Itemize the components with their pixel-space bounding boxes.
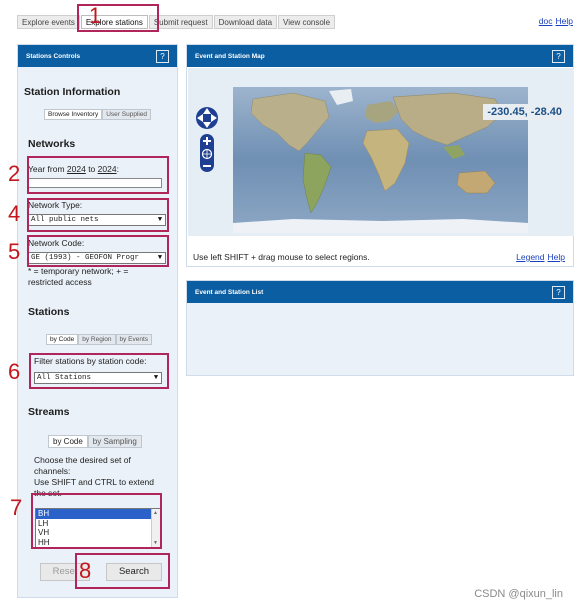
stations-controls-header: Stations Controls ? [18,45,177,67]
map-navigation-control[interactable] [196,105,218,175]
streams-by-sampling-toggle[interactable]: by Sampling [87,435,142,448]
map-footer-links: Legend Help [513,252,565,262]
annotation-box-4 [27,198,169,232]
stations-filter-toggle: by Code by Region by Events [46,334,153,345]
annotation-box-5 [27,235,169,267]
tab-explore-events[interactable]: Explore events [17,15,80,29]
pan-control-icon[interactable] [196,107,218,129]
help-link[interactable]: Help [556,16,573,26]
list-panel-header: Event and Station List ? [187,281,573,303]
streams-instructions-line1: Choose the desired set of channels: [34,455,131,476]
map-panel-title: Event and Station Map [195,52,265,60]
annotation-number-1: 1 [89,3,102,28]
map-panel-header: Event and Station Map ? [187,45,573,67]
tab-download-data[interactable]: Download data [213,15,278,29]
annotation-box-2 [27,156,169,194]
stations-controls-title: Stations Controls [26,52,81,60]
stations-by-code-toggle[interactable]: by Code [46,334,79,345]
annotation-box-7 [31,493,162,549]
zoom-control-icon[interactable] [200,134,214,172]
map-instructions: Use left SHIFT + drag mouse to select re… [193,252,370,262]
streams-by-code-toggle[interactable]: by Code [48,435,88,448]
event-station-map-panel: Event and Station Map ? -230.45, -28.40 … [186,44,574,267]
streams-filter-toggle: by Code by Sampling [48,435,142,448]
annotation-number-2: 2 [8,161,21,186]
map-coordinates-readout: -230.45, -28.40 [483,104,566,120]
streams-title: Streams [28,406,70,418]
map-help-link[interactable]: Help [548,252,565,262]
map-viewport[interactable]: -230.45, -28.40 [188,68,574,236]
top-tabbar: Explore events Explore stations Submit r… [17,15,336,29]
annotation-number-7: 7 [10,495,23,520]
stations-controls-help-button[interactable]: ? [156,49,169,63]
annotation-number-4: 4 [8,201,21,226]
station-information-title: Station Information [24,86,121,98]
station-info-toggle: Browse Inventory User Supplied [44,109,152,120]
networks-title: Networks [28,138,76,150]
stations-title: Stations [28,306,70,318]
user-supplied-toggle[interactable]: User Supplied [102,109,152,120]
watermark-text: CSDN @qixun_lin [474,588,563,600]
annotation-box-6 [29,353,169,389]
top-links: doc Help [536,16,573,26]
tab-view-console[interactable]: View console [278,15,336,29]
list-panel-title: Event and Station List [195,288,264,296]
stations-by-region-toggle[interactable]: by Region [78,334,116,345]
browse-inventory-toggle[interactable]: Browse Inventory [44,109,103,120]
event-station-list-panel: Event and Station List ? [186,280,574,376]
map-legend-link[interactable]: Legend [516,252,544,262]
stations-by-events-toggle[interactable]: by Events [115,334,153,345]
annotation-number-6: 6 [8,359,21,384]
annotation-number-8: 8 [79,558,92,583]
map-help-button[interactable]: ? [552,49,565,63]
network-legend-note: * = temporary network; + = restricted ac… [28,266,129,287]
annotation-number-5: 5 [8,239,21,264]
list-help-button[interactable]: ? [552,285,565,299]
doc-link[interactable]: doc [539,16,553,26]
